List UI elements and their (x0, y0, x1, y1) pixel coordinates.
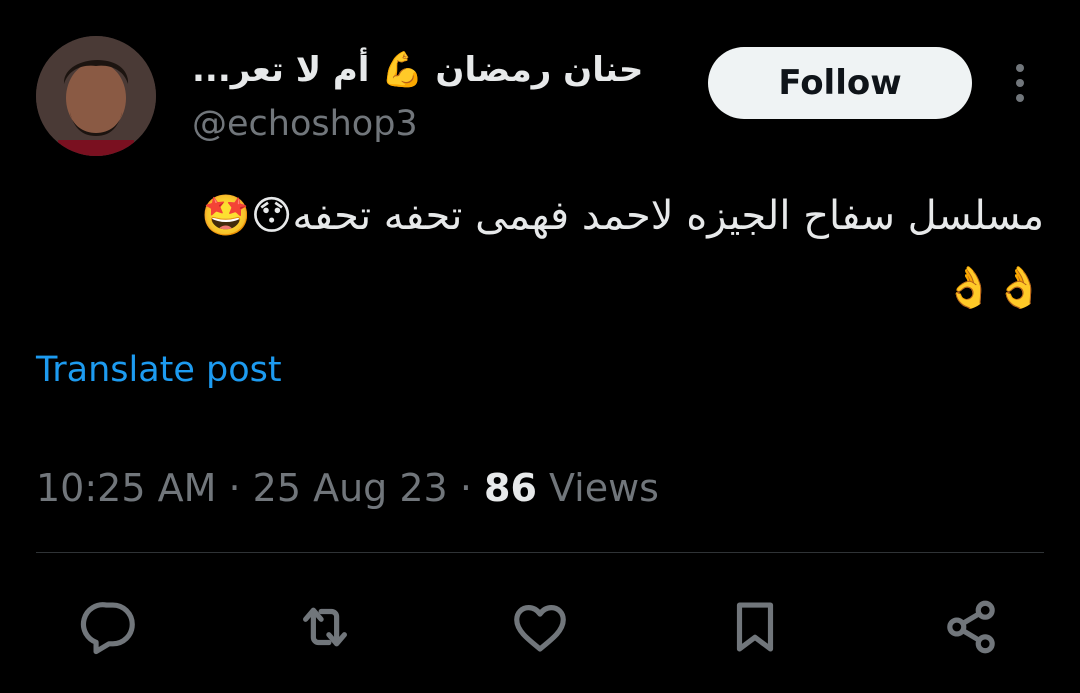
follow-button[interactable]: Follow (708, 47, 972, 119)
bookmark-button[interactable] (720, 592, 790, 662)
avatar[interactable] (36, 36, 156, 156)
author-display-name-text: حنان رمضان 💪 أم لا تعر... (192, 50, 644, 90)
share-button[interactable] (936, 592, 1006, 662)
post-date[interactable]: 25 Aug 23 (253, 466, 448, 510)
post-time[interactable]: 10:25 AM (36, 466, 216, 510)
more-options-button[interactable] (1000, 58, 1040, 108)
share-icon (947, 600, 995, 654)
like-button[interactable] (505, 592, 575, 662)
action-bar (36, 592, 1044, 662)
meta-separator: · (459, 466, 472, 510)
reply-button[interactable] (74, 592, 144, 662)
more-vertical-icon-dot (1016, 94, 1024, 102)
meta-separator: · (228, 466, 241, 510)
translate-post-link[interactable]: Translate post (36, 350, 282, 390)
reply-icon (80, 602, 135, 655)
more-vertical-icon (1016, 64, 1024, 72)
post-text: مسلسل سفاح الجيزه لاحمد فهمى تحفه تحفه😯🤩… (36, 180, 1044, 324)
repost-button[interactable] (290, 592, 360, 662)
bookmark-icon (736, 602, 774, 652)
like-icon (514, 605, 566, 652)
author-display-name[interactable]: حنان رمضان 💪 أم لا تعر... (192, 42, 652, 98)
divider (36, 552, 1044, 553)
views-label: Views (549, 466, 659, 510)
repost-icon (303, 607, 347, 647)
post-meta: 10:25 AM · 25 Aug 23 · 86 Views (36, 466, 659, 510)
views-count: 86 (484, 466, 537, 510)
post-text-line-1: مسلسل سفاح الجيزه لاحمد فهمى تحفه تحفه😯🤩 (200, 193, 1044, 239)
author-handle[interactable]: @echoshop3 (192, 104, 418, 144)
post-text-line-2: 👌👌 (944, 265, 1044, 311)
more-vertical-icon-dot (1016, 79, 1024, 87)
